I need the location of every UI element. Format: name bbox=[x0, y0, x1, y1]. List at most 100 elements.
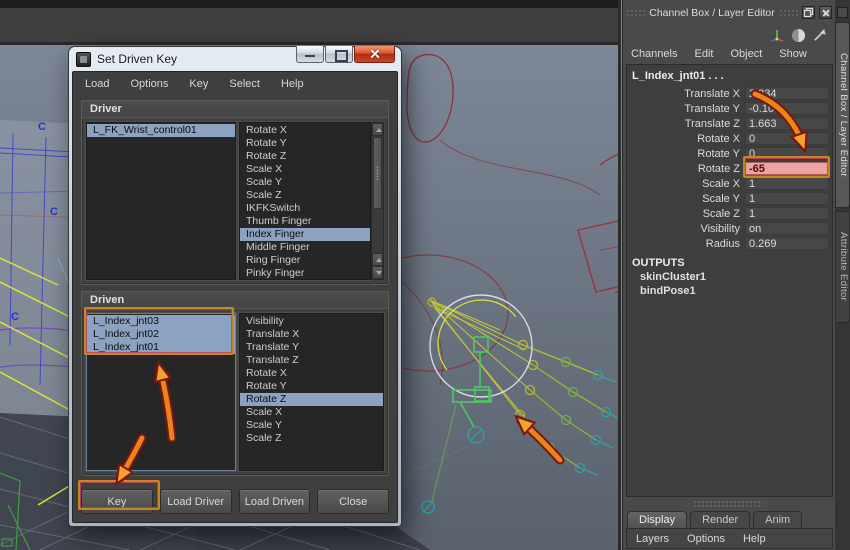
channel-value[interactable]: 1 bbox=[745, 207, 829, 220]
driven-group: Driven L_Index_jnt03L_Index_jnt02L_Index… bbox=[81, 291, 389, 476]
channel-row-translate-x: Translate X2.234 bbox=[627, 86, 832, 101]
channel-name: Radius bbox=[627, 238, 743, 250]
driver-attribute-ring-finger[interactable]: Ring Finger bbox=[240, 254, 370, 267]
driver-attribute-rotate-y[interactable]: Rotate Y bbox=[240, 137, 370, 150]
driven-attribute-translate-z[interactable]: Translate Z bbox=[240, 354, 383, 367]
viewport-header-strip bbox=[0, 0, 622, 45]
driver-attribute-rotate-x[interactable]: Rotate X bbox=[240, 124, 370, 137]
move-axis-icon[interactable] bbox=[769, 27, 785, 43]
panel-grip[interactable] bbox=[626, 9, 645, 17]
driver-attribute-scale-z[interactable]: Scale Z bbox=[240, 189, 370, 202]
output-node-bindpose1[interactable]: bindPose1 bbox=[627, 284, 832, 298]
driven-attribute-scale-x[interactable]: Scale X bbox=[240, 406, 383, 419]
channel-value[interactable]: 0.269 bbox=[745, 237, 829, 250]
channel-row-rotate-y: Rotate Y0 bbox=[627, 146, 832, 161]
driven-object-l-index-jnt01[interactable]: L_Index_jnt01 bbox=[87, 341, 235, 354]
side-tab-channel-box-layer-editor[interactable]: Channel Box / Layer Editor bbox=[835, 22, 850, 208]
driver-attribute-index-finger[interactable]: Index Finger bbox=[240, 228, 370, 241]
layer-menu-help[interactable]: Help bbox=[743, 533, 766, 545]
channel-value[interactable]: 0 bbox=[745, 147, 829, 160]
driver-object-list[interactable]: L_FK_Wrist_control01 bbox=[86, 122, 236, 280]
outputs-list: skinCluster1bindPose1 bbox=[627, 270, 832, 298]
scroll-up-icon[interactable] bbox=[372, 253, 383, 266]
driver-attribute-pinky-finger[interactable]: Pinky Finger bbox=[240, 267, 370, 280]
panel-grip[interactable] bbox=[693, 500, 763, 507]
driver-attribute-scrollbar[interactable] bbox=[371, 122, 384, 280]
driver-attribute-thumb-finger[interactable]: Thumb Finger bbox=[240, 215, 370, 228]
scroll-down-icon[interactable] bbox=[372, 266, 383, 279]
driven-object-l-index-jnt03[interactable]: L_Index_jnt03 bbox=[87, 315, 235, 328]
layer-menu-layers[interactable]: Layers bbox=[636, 533, 669, 545]
load-driven-button[interactable]: Load Driven bbox=[239, 489, 311, 514]
close-icon[interactable] bbox=[354, 46, 395, 63]
tab-display[interactable]: Display bbox=[627, 511, 687, 528]
channel-row-radius: Radius0.269 bbox=[627, 236, 832, 251]
driver-object-l-fk-wrist-control01[interactable]: L_FK_Wrist_control01 bbox=[87, 124, 235, 137]
minimize-icon[interactable] bbox=[296, 46, 324, 63]
driver-attribute-list[interactable]: Rotate XRotate YRotate ZScale XScale YSc… bbox=[239, 122, 371, 280]
driver-attribute-middle-finger[interactable]: Middle Finger bbox=[240, 241, 370, 254]
driven-attribute-rotate-x[interactable]: Rotate X bbox=[240, 367, 383, 380]
scrollbar-track[interactable] bbox=[372, 210, 383, 253]
driver-attribute-rotate-z[interactable]: Rotate Z bbox=[240, 150, 370, 163]
driver-group-header: Driver bbox=[82, 101, 388, 118]
driver-attribute-scale-x[interactable]: Scale X bbox=[240, 163, 370, 176]
cluster-handle-label[interactable]: C bbox=[50, 206, 58, 218]
maximize-icon[interactable] bbox=[325, 46, 353, 63]
cluster-handle-label[interactable]: C bbox=[11, 311, 19, 323]
tab-render[interactable]: Render bbox=[690, 511, 750, 528]
driven-attribute-rotate-z[interactable]: Rotate Z bbox=[240, 393, 383, 406]
scrollbar-thumb[interactable] bbox=[373, 137, 382, 209]
channel-value[interactable]: -0.104 bbox=[745, 102, 829, 115]
driver-attribute-ikfkswitch[interactable]: IKFKSwitch bbox=[240, 202, 370, 215]
select-arrow-icon[interactable] bbox=[812, 28, 827, 43]
restore-panel-icon[interactable] bbox=[802, 6, 815, 19]
driven-attribute-visibility[interactable]: Visibility bbox=[240, 315, 383, 328]
dialog-menu-load[interactable]: Load bbox=[85, 78, 109, 90]
close-button[interactable]: Close bbox=[317, 489, 389, 514]
dialog-menubar: Load Options Key Select Help bbox=[81, 72, 389, 95]
close-panel-icon[interactable] bbox=[819, 6, 832, 19]
channel-box-title: Channel Box / Layer Editor bbox=[649, 7, 775, 19]
dialog-menu-help[interactable]: Help bbox=[281, 78, 304, 90]
output-node-skincluster1[interactable]: skinCluster1 bbox=[627, 270, 832, 284]
cluster-handle-label[interactable]: C bbox=[38, 121, 46, 133]
panel-collapse-icon[interactable] bbox=[837, 7, 848, 18]
driver-attribute-scale-y[interactable]: Scale Y bbox=[240, 176, 370, 189]
driven-attribute-scale-z[interactable]: Scale Z bbox=[240, 432, 383, 445]
channel-menu-edit[interactable]: Edit bbox=[694, 48, 713, 60]
channel-value[interactable]: 1.663 bbox=[745, 117, 829, 130]
panel-grip[interactable] bbox=[779, 9, 798, 17]
driven-object-l-index-jnt02[interactable]: L_Index_jnt02 bbox=[87, 328, 235, 341]
dialog-menu-select[interactable]: Select bbox=[229, 78, 260, 90]
side-tab-attribute-editor[interactable]: Attribute Editor bbox=[835, 211, 850, 323]
channel-menu-channels[interactable]: Channels bbox=[631, 48, 677, 60]
driven-attribute-scale-y[interactable]: Scale Y bbox=[240, 419, 383, 432]
channel-menu-object[interactable]: Object bbox=[730, 48, 762, 60]
driven-attribute-rotate-y[interactable]: Rotate Y bbox=[240, 380, 383, 393]
channel-value[interactable]: 1 bbox=[745, 192, 829, 205]
channel-menu-show[interactable]: Show bbox=[779, 48, 807, 60]
channel-value[interactable]: on bbox=[745, 222, 829, 235]
dialog-icon bbox=[76, 52, 91, 67]
driven-attribute-translate-y[interactable]: Translate Y bbox=[240, 341, 383, 354]
dialog-menu-key[interactable]: Key bbox=[189, 78, 208, 90]
channel-object-name[interactable]: L_Index_jnt01 . . . bbox=[627, 65, 832, 86]
driven-attribute-list[interactable]: VisibilityTranslate XTranslate YTranslat… bbox=[239, 313, 384, 471]
tab-anim[interactable]: Anim bbox=[753, 511, 802, 528]
dialog-menu-options[interactable]: Options bbox=[130, 78, 168, 90]
channel-value[interactable]: 1 bbox=[745, 177, 829, 190]
driven-attribute-translate-x[interactable]: Translate X bbox=[240, 328, 383, 341]
load-driver-button[interactable]: Load Driver bbox=[160, 489, 232, 514]
key-button[interactable]: Key bbox=[81, 489, 153, 514]
channel-box-header[interactable]: Channel Box / Layer Editor bbox=[623, 0, 835, 25]
dialog-button-row: Key Load Driver Load DrivenClose bbox=[81, 489, 389, 514]
dialog-titlebar[interactable]: Set Driven Key bbox=[72, 47, 398, 71]
scroll-up-icon[interactable] bbox=[372, 123, 383, 136]
layer-menu-options[interactable]: Options bbox=[687, 533, 725, 545]
driven-object-list[interactable]: L_Index_jnt03L_Index_jnt02L_Index_jnt01 bbox=[86, 313, 236, 471]
channel-value-highlighted[interactable]: -65 bbox=[745, 162, 829, 175]
channel-value[interactable]: 2.234 bbox=[745, 87, 829, 100]
theme-circle-icon[interactable] bbox=[791, 28, 806, 43]
channel-value[interactable]: 0 bbox=[745, 132, 829, 145]
